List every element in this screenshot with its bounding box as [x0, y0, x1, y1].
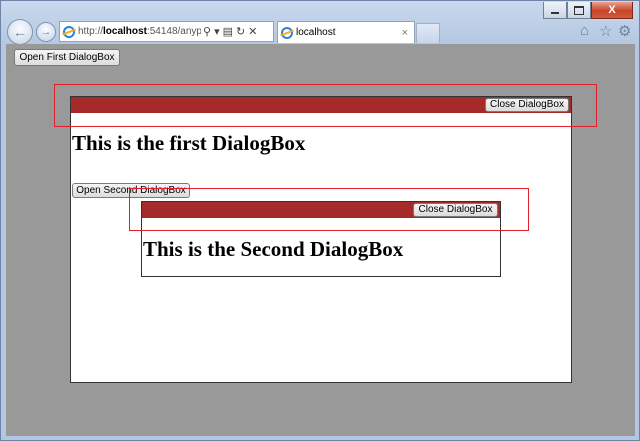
- second-dialog: Close DialogBox This is the Second Dialo…: [141, 201, 501, 277]
- address-url[interactable]: http://localhost:54148/anypage.asp:: [78, 26, 201, 37]
- ie-logo-icon: [63, 25, 75, 38]
- first-dialog-heading: This is the first DialogBox: [72, 131, 306, 155]
- new-tab-button[interactable]: [416, 23, 440, 43]
- search-icon[interactable]: ⚲: [203, 25, 211, 38]
- dropdown-icon[interactable]: ▾: [214, 25, 220, 38]
- home-icon[interactable]: ⌂: [580, 22, 589, 39]
- page-viewport: Open First DialogBox Close DialogBox Thi…: [6, 44, 635, 436]
- back-arrow-icon: ←: [13, 24, 27, 40]
- tab-ie-logo-icon: [281, 26, 293, 39]
- stop-icon[interactable]: ✕: [248, 25, 257, 38]
- close-first-dialog-button[interactable]: Close DialogBox: [485, 98, 569, 112]
- second-dialog-heading: This is the Second DialogBox: [143, 237, 404, 261]
- url-rest: :54148/anypage.asp:: [146, 26, 201, 37]
- close-window-button[interactable]: X: [591, 2, 633, 19]
- address-bar[interactable]: http://localhost:54148/anypage.asp: ⚲ ▾ …: [59, 21, 274, 42]
- tab-title: localhost: [296, 27, 336, 38]
- browser-window: X ← → http://localhost:54148/anypage.asp…: [0, 0, 640, 441]
- favorites-star-icon[interactable]: ☆: [599, 22, 612, 40]
- minimize-icon: [551, 11, 559, 14]
- maximize-icon: [574, 5, 584, 15]
- back-button[interactable]: ←: [7, 19, 33, 45]
- open-first-dialog-button[interactable]: Open First DialogBox: [14, 49, 120, 66]
- navigation-bar: ← → http://localhost:54148/anypage.asp: …: [1, 19, 640, 45]
- close-second-dialog-button[interactable]: Close DialogBox: [413, 203, 498, 217]
- address-tools: ⚲ ▾ ▤ ↻ ✕: [203, 25, 257, 38]
- tab-close-icon[interactable]: ×: [402, 27, 408, 39]
- url-host: localhost: [103, 26, 147, 37]
- settings-gear-icon[interactable]: ⚙: [618, 22, 631, 40]
- browser-tab[interactable]: localhost ×: [277, 21, 415, 43]
- forward-arrow-icon: →: [40, 26, 52, 38]
- forward-button[interactable]: →: [36, 22, 56, 42]
- compatibility-icon[interactable]: ▤: [223, 25, 233, 38]
- refresh-icon[interactable]: ↻: [236, 25, 245, 38]
- maximize-button[interactable]: [567, 2, 591, 19]
- open-second-dialog-button[interactable]: Open Second DialogBox: [72, 183, 190, 198]
- close-icon: X: [608, 4, 616, 16]
- url-prefix: http://: [78, 26, 104, 37]
- minimize-button[interactable]: [543, 2, 567, 19]
- window-controls: X: [543, 2, 633, 19]
